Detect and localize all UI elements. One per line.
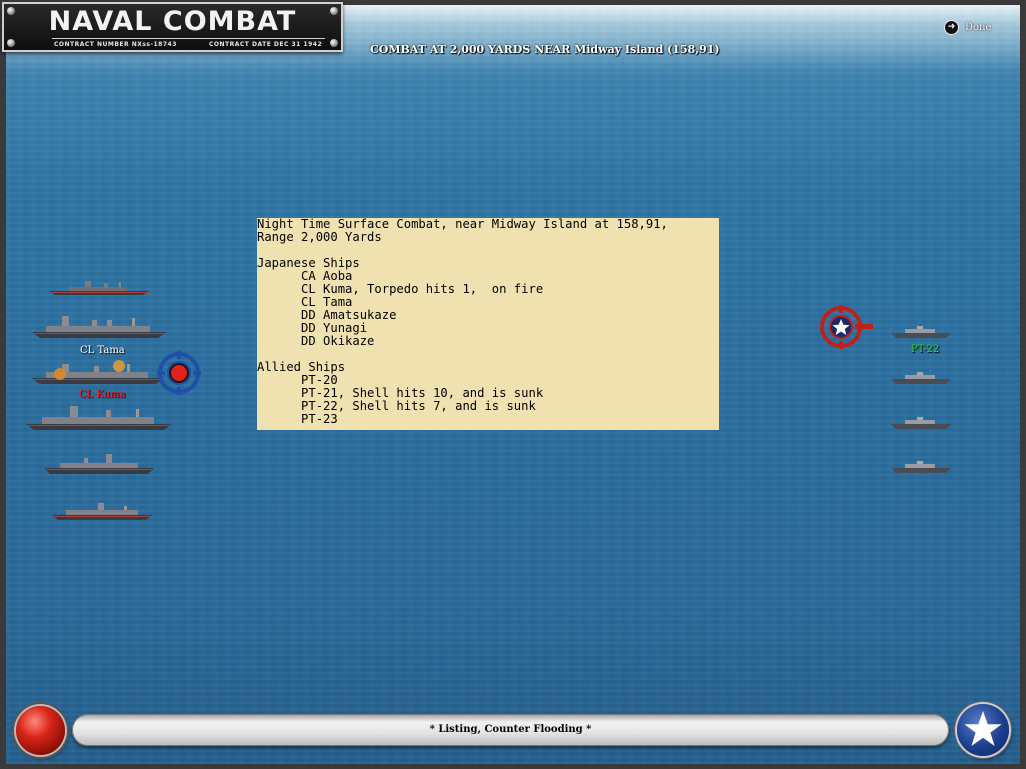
combat-report-panel: Night Time Surface Combat, near Midway I…: [257, 218, 719, 430]
ship-dd-yunagi[interactable]: [44, 454, 156, 476]
ship-pt-21[interactable]: [891, 371, 953, 385]
allied-target-marker[interactable]: [819, 305, 873, 353]
done-label: Done: [965, 22, 992, 33]
ship-cl-tama[interactable]: [32, 314, 168, 340]
ship-pt-22[interactable]: [891, 416, 953, 430]
japanese-side-button[interactable]: [16, 706, 65, 755]
ship-label-tama: CL Tama: [80, 345, 125, 356]
allied-star-button[interactable]: [957, 704, 1009, 756]
title-plate: NAVAL COMBAT CONTRACT NUMBER NXss-18743 …: [2, 2, 343, 52]
contract-date: CONTRACT DATE DEC 31 1942: [209, 41, 323, 48]
done-button[interactable]: ➜ Done: [944, 20, 991, 35]
combat-heading: COMBAT AT 2,000 YARDS NEAR Midway Island…: [370, 43, 720, 56]
status-bar: * Listing, Counter Flooding *: [72, 714, 949, 746]
ship-dd-amatsukaze[interactable]: [26, 404, 174, 432]
game-title: NAVAL COMBAT: [48, 6, 297, 37]
ship-pt-23[interactable]: [891, 460, 953, 474]
status-message: * Listing, Counter Flooding *: [429, 724, 592, 735]
plate-divider: [52, 38, 325, 39]
contract-number: CONTRACT NUMBER NXss-18743: [54, 41, 177, 48]
ship-pt-20[interactable]: [891, 325, 953, 339]
ship-dd-okikaze[interactable]: [52, 502, 154, 522]
star-icon: [964, 711, 1002, 746]
japanese-target-marker[interactable]: [157, 351, 201, 399]
screw-icon: [330, 39, 338, 47]
report-line: DD Okikaze: [257, 334, 375, 348]
ship-label-kuma: CL Kuma: [79, 389, 126, 400]
arrow-right-icon: ➜: [944, 20, 959, 35]
screw-icon: [7, 39, 15, 47]
report-line: Range 2,000 Yards: [257, 230, 382, 244]
ship-label-pt: PT-22: [911, 344, 940, 355]
report-line: PT-23: [257, 412, 338, 426]
ship-ca-aoba[interactable]: [49, 280, 151, 296]
ship-cl-kuma[interactable]: [32, 360, 166, 386]
